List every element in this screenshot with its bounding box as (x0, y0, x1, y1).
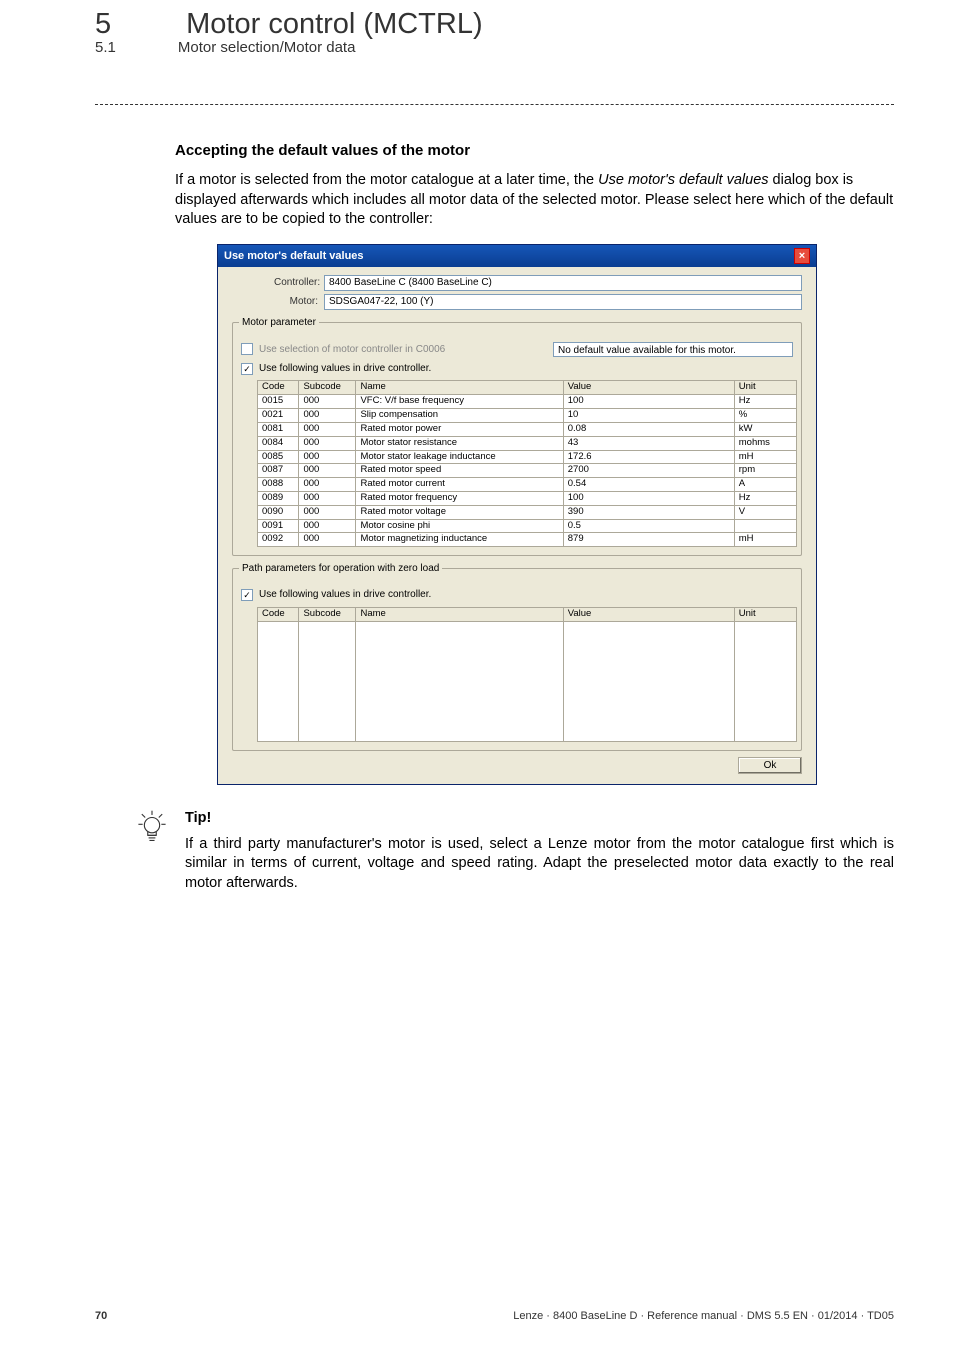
col-subcode-2: Subcode (299, 607, 356, 621)
ok-button[interactable]: Ok (738, 757, 802, 775)
table-row (258, 636, 797, 651)
tip-icon (135, 809, 169, 850)
table-row (258, 711, 797, 726)
table-row: 0021000Slip compensation10% (258, 409, 797, 423)
dialog-titlebar: Use motor's default values × (218, 245, 816, 267)
table-row (258, 696, 797, 711)
table-row: 0015000VFC: V/f base frequency100Hz (258, 395, 797, 409)
intro-pre: If a motor is selected from the motor ca… (175, 172, 598, 188)
controller-field[interactable]: 8400 BaseLine C (8400 BaseLine C) (324, 275, 802, 291)
motor-parameter-group: Motor parameter Use selection of motor c… (232, 322, 802, 556)
dialog: Use motor's default values × Controller:… (217, 244, 817, 785)
col-unit: Unit (734, 381, 796, 395)
path-param-table: Code Subcode Name Value Unit (257, 607, 797, 742)
chapter-title: Motor control (MCTRL) (186, 8, 483, 41)
table-row (258, 681, 797, 696)
table-row: 0084000Motor stator resistance43mohms (258, 436, 797, 450)
col-subcode: Subcode (299, 381, 356, 395)
col-name-2: Name (356, 607, 563, 621)
cb-use-label-1: Use following values in drive controller… (259, 362, 431, 376)
page-footer: 70 Lenze · 8400 BaseLine D · Reference m… (0, 1310, 954, 1322)
table-row (258, 666, 797, 681)
table-row: 0088000Rated motor current0.54A (258, 478, 797, 492)
checkbox-use-values-2[interactable]: ✓ (241, 589, 253, 601)
table-row: 0090000Rated motor voltage390V (258, 505, 797, 519)
checkbox-use-values-1[interactable]: ✓ (241, 363, 253, 375)
intro-em: Use motor's default values (598, 172, 768, 188)
col-code: Code (258, 381, 299, 395)
page-number: 70 (95, 1310, 107, 1322)
col-value: Value (563, 381, 734, 395)
divider (95, 104, 894, 105)
table-row: 0089000Rated motor frequency100Hz (258, 491, 797, 505)
col-code-2: Code (258, 607, 299, 621)
controller-label: Controller: (274, 276, 318, 290)
table-row: 0091000Motor cosine phi0.5 (258, 519, 797, 533)
table-row (258, 726, 797, 741)
footer-info: Lenze · 8400 BaseLine D · Reference manu… (513, 1310, 894, 1322)
table-row (258, 651, 797, 666)
motor-param-table: Code Subcode Name Value Unit 0015000VFC:… (257, 380, 797, 547)
group2-title: Path parameters for operation with zero … (239, 562, 442, 576)
checkbox-motor-in-c0006 (241, 343, 253, 355)
path-parameters-group: Path parameters for operation with zero … (232, 568, 802, 750)
motor-label: Motor: (274, 295, 318, 309)
table-row: 0085000Motor stator leakage inductance17… (258, 450, 797, 464)
close-icon[interactable]: × (794, 248, 810, 264)
table-row: 0092000Motor magnetizing inductance879mH (258, 533, 797, 547)
col-value-2: Value (563, 607, 734, 621)
chapter-number: 5 (95, 8, 111, 41)
subchapter-title: Motor selection/Motor data (178, 39, 356, 56)
section-heading: Accepting the default values of the moto… (175, 141, 894, 161)
table-row: 0081000Rated motor power0.08kW (258, 422, 797, 436)
intro-paragraph: If a motor is selected from the motor ca… (175, 171, 894, 230)
tip-text: If a third party manufacturer's motor is… (185, 835, 894, 894)
col-unit-2: Unit (734, 607, 796, 621)
motor-field[interactable]: SDSGA047-22, 100 (Y) (324, 294, 802, 310)
col-name: Name (356, 381, 563, 395)
cb-use-label-2: Use following values in drive controller… (259, 588, 431, 602)
group1-title: Motor parameter (239, 316, 319, 330)
table-row (258, 621, 797, 636)
dialog-title-text: Use motor's default values (224, 249, 364, 264)
subchapter-number: 5.1 (95, 39, 116, 56)
no-default-msg: No default value available for this moto… (553, 342, 793, 357)
tip-heading: Tip! (185, 809, 894, 829)
cb-disabled-label: Use selection of motor controller in C00… (259, 343, 445, 357)
table-row: 0087000Rated motor speed2700rpm (258, 464, 797, 478)
